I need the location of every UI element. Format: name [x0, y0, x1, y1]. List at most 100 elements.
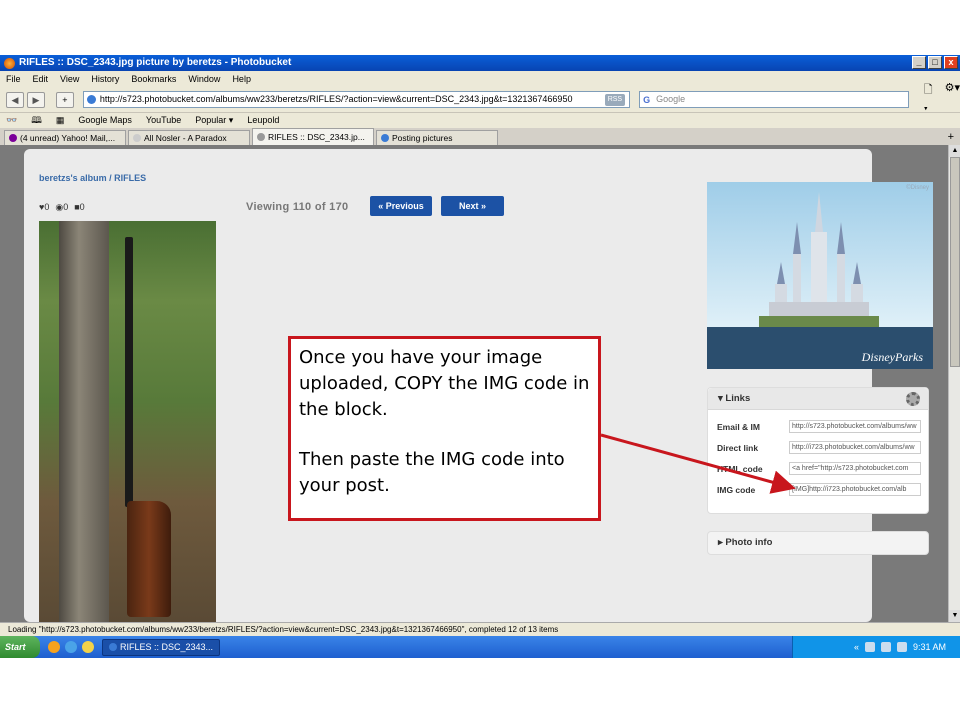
gear-icon[interactable]: [906, 392, 920, 406]
book-icon[interactable]: 🕮: [31, 113, 42, 128]
img-code-label: IMG code: [717, 485, 756, 495]
img-code-field[interactable]: [IMG]http://i723.photobucket.com/alb: [789, 483, 921, 496]
ad-copyright: ©Disney: [906, 185, 929, 191]
network-icon[interactable]: [864, 642, 875, 652]
loading-icon: [257, 133, 265, 141]
views-value: 0: [63, 202, 69, 212]
google-search-icon: G: [643, 95, 651, 105]
comments-value: 0: [79, 202, 85, 212]
menu-window[interactable]: Window: [188, 71, 220, 87]
back-button[interactable]: ◀: [6, 91, 24, 108]
quick-launch: [48, 641, 94, 653]
callout-line-2: Then paste the IMG code into your post.: [299, 449, 565, 496]
tab-label: RIFLES :: DSC_2343.jp...: [268, 132, 365, 142]
maximize-button[interactable]: □: [928, 56, 942, 69]
previous-button[interactable]: « Previous: [370, 196, 432, 216]
likes-count: ♥0: [39, 202, 49, 213]
tray-expand-icon[interactable]: «: [854, 642, 859, 652]
minimize-button[interactable]: _: [912, 56, 926, 69]
menu-edit[interactable]: Edit: [33, 71, 49, 87]
scroll-down-icon[interactable]: ▼: [949, 610, 960, 622]
disney-ad[interactable]: DisneyParks ©Disney: [707, 182, 933, 369]
menu-view[interactable]: View: [60, 71, 79, 87]
scroll-up-icon[interactable]: ▲: [949, 145, 960, 157]
rifle-barrel: [125, 237, 133, 507]
scroll-thumb[interactable]: [950, 157, 960, 367]
yahoo-icon: [9, 134, 17, 142]
tab-yahoo-mail[interactable]: (4 unread) Yahoo! Mail,...: [4, 130, 126, 145]
window-title: RIFLES :: DSC_2343.jpg picture by beretz…: [19, 57, 292, 68]
reading-glasses-icon[interactable]: 👓: [6, 113, 17, 128]
rifle-stock: [127, 501, 171, 617]
menu-bookmarks[interactable]: Bookmarks: [131, 71, 176, 87]
links-title: Links: [725, 393, 751, 404]
html-code-field[interactable]: <a href="http://s723.photobucket.com: [789, 462, 921, 475]
bookmark-google-maps[interactable]: Google Maps: [78, 113, 132, 128]
menu-bar: File Edit View History Bookmarks Window …: [0, 71, 960, 87]
window-titlebar: RIFLES :: DSC_2343.jpg picture by beretz…: [0, 55, 960, 71]
grid-icon[interactable]: ▦: [56, 113, 65, 128]
menu-history[interactable]: History: [91, 71, 119, 87]
volume-icon[interactable]: [896, 642, 907, 652]
bookmarks-toolbar: 👓 🕮 ▦ Google Maps YouTube Popular ▾ Leup…: [0, 113, 960, 128]
taskbar-task-firefox[interactable]: RIFLES :: DSC_2343...: [102, 638, 220, 656]
ie-launch-icon[interactable]: [65, 641, 77, 653]
add-tab-icon[interactable]: +: [948, 130, 954, 145]
search-placeholder: Google: [656, 94, 686, 104]
tab-label: All Nosler - A Paradox: [144, 133, 227, 143]
firefox-icon: [4, 57, 15, 69]
direct-link-label: Direct link: [717, 443, 759, 453]
disney-parks-logo: DisneyParks: [861, 350, 923, 364]
vertical-scrollbar[interactable]: ▲ ▼: [948, 145, 960, 622]
navigation-bar: ◀ ▶ + http://s723.photobucket.com/albums…: [0, 82, 960, 115]
menu-file[interactable]: File: [6, 71, 21, 87]
rifle-photo[interactable]: [39, 221, 216, 622]
clock[interactable]: 9:31 AM: [913, 642, 946, 652]
close-button[interactable]: x: [944, 56, 958, 69]
email-im-label: Email & IM: [717, 422, 760, 432]
tab-strip: (4 unread) Yahoo! Mail,... All Nosler - …: [0, 128, 960, 145]
castle-icon: [759, 192, 879, 327]
start-button[interactable]: Start: [0, 636, 40, 658]
bookmark-youtube[interactable]: YouTube: [146, 113, 181, 128]
likes-value: 0: [44, 202, 50, 212]
viewing-counter: Viewing 110 of 170: [246, 201, 349, 213]
links-panel: ▾ Links Email & IM http://s723.photobuck…: [707, 387, 929, 514]
bookmark-leupold[interactable]: Leupold: [247, 113, 279, 128]
status-bar: Loading "http://s723.photobucket.com/alb…: [0, 622, 960, 636]
photo-info-title: Photo info: [725, 537, 773, 548]
tab-label: Posting pictures: [392, 133, 453, 143]
folder-launch-icon[interactable]: [82, 641, 94, 653]
security-icon[interactable]: [880, 642, 891, 652]
photo-stats: ♥0 ◉0 ■0: [39, 202, 85, 213]
breadcrumb[interactable]: beretzs's album / RIFLES: [39, 173, 146, 183]
system-tray: « 9:31 AM: [792, 636, 960, 658]
instruction-callout: Once you have your image uploaded, COPY …: [288, 336, 601, 521]
page-icon: [133, 134, 141, 142]
tab-posting-pictures[interactable]: Posting pictures: [376, 130, 498, 145]
menu-help[interactable]: Help: [232, 71, 251, 87]
direct-link-field[interactable]: http://i723.photobucket.com/albums/ww: [789, 441, 921, 454]
tab-rifles[interactable]: RIFLES :: DSC_2343.jp...: [252, 128, 374, 145]
address-bar[interactable]: http://s723.photobucket.com/albums/ww233…: [82, 91, 631, 108]
globe-icon: [86, 95, 96, 104]
links-header[interactable]: ▾ Links: [708, 388, 928, 410]
new-tab-icon[interactable]: +: [55, 91, 74, 108]
task-label: RIFLES :: DSC_2343...: [120, 641, 214, 652]
firefox-launch-icon[interactable]: [48, 641, 60, 653]
rss-icon[interactable]: RSS: [604, 94, 626, 106]
globe-icon: [109, 643, 117, 651]
next-button[interactable]: Next »: [441, 196, 504, 216]
comments-count: ■0: [74, 202, 84, 213]
globe-icon: [381, 134, 389, 142]
search-input[interactable]: G Google: [639, 91, 909, 108]
callout-line-1: Once you have your image uploaded, COPY …: [299, 347, 590, 420]
tab-all-nosler[interactable]: All Nosler - A Paradox: [128, 130, 250, 145]
tab-label: (4 unread) Yahoo! Mail,...: [20, 133, 116, 143]
tree-trunk: [59, 221, 109, 622]
forward-button[interactable]: ▶: [26, 91, 45, 108]
bookmark-popular[interactable]: Popular ▾: [195, 113, 233, 128]
address-url: http://s723.photobucket.com/albums/ww233…: [99, 94, 573, 104]
email-im-field[interactable]: http://s723.photobucket.com/albums/ww: [789, 420, 921, 433]
photo-info-header[interactable]: ▸ Photo info: [707, 531, 929, 555]
